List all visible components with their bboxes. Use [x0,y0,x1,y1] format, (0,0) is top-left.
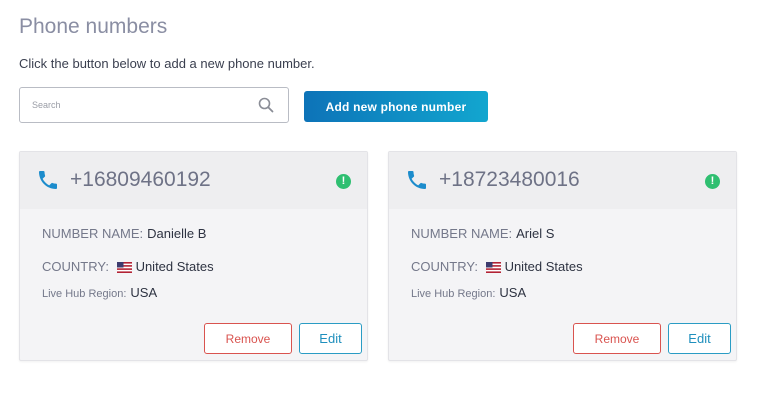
add-phone-number-button[interactable]: Add new phone number [304,91,488,122]
phone-number: +16809460192 [70,168,211,191]
number-name-row: NUMBER NAME: Danielle B [42,226,206,241]
remove-button[interactable]: Remove [204,323,292,354]
country-label: COUNTRY: [42,259,109,274]
us-flag-icon [485,262,501,273]
number-name-value: Ariel S [516,226,555,241]
phone-icon [39,171,57,189]
search-input[interactable] [20,88,262,122]
country-value: United States [135,259,214,274]
phone-number-card: +16809460192 ! NUMBER NAME: Danielle B CO… [19,151,368,361]
number-name-label: NUMBER NAME: [42,226,144,241]
edit-button[interactable]: Edit [668,323,731,354]
edit-button[interactable]: Edit [299,323,362,354]
region-row: Live Hub Region: USA [42,285,157,300]
phone-number-card: +18723480016 ! NUMBER NAME: Ariel S COUNT… [388,151,737,361]
search-box[interactable] [19,87,289,123]
search-icon[interactable] [258,97,274,113]
country-row: COUNTRY: United States [411,259,583,274]
region-label: Live Hub Region: [42,288,127,300]
country-label: COUNTRY: [411,259,478,274]
card-header: +18723480016 ! [389,152,736,209]
page-title: Phone numbers [19,15,168,38]
number-name-label: NUMBER NAME: [411,226,513,241]
region-row: Live Hub Region: USA [411,285,526,300]
number-name-row: NUMBER NAME: Ariel S [411,226,554,241]
region-value: USA [130,285,158,300]
card-header: +16809460192 ! [20,152,367,209]
country-value: United States [504,259,583,274]
remove-button[interactable]: Remove [573,323,661,354]
number-name-value: Danielle B [147,226,207,241]
status-alert-icon: ! [705,174,720,189]
page-subtitle: Click the button below to add a new phon… [19,56,315,71]
region-value: USA [499,285,527,300]
phone-number: +18723480016 [439,168,580,191]
country-row: COUNTRY: United States [42,259,214,274]
phone-icon [408,171,426,189]
region-label: Live Hub Region: [411,288,496,300]
us-flag-icon [116,262,132,273]
status-alert-icon: ! [336,174,351,189]
